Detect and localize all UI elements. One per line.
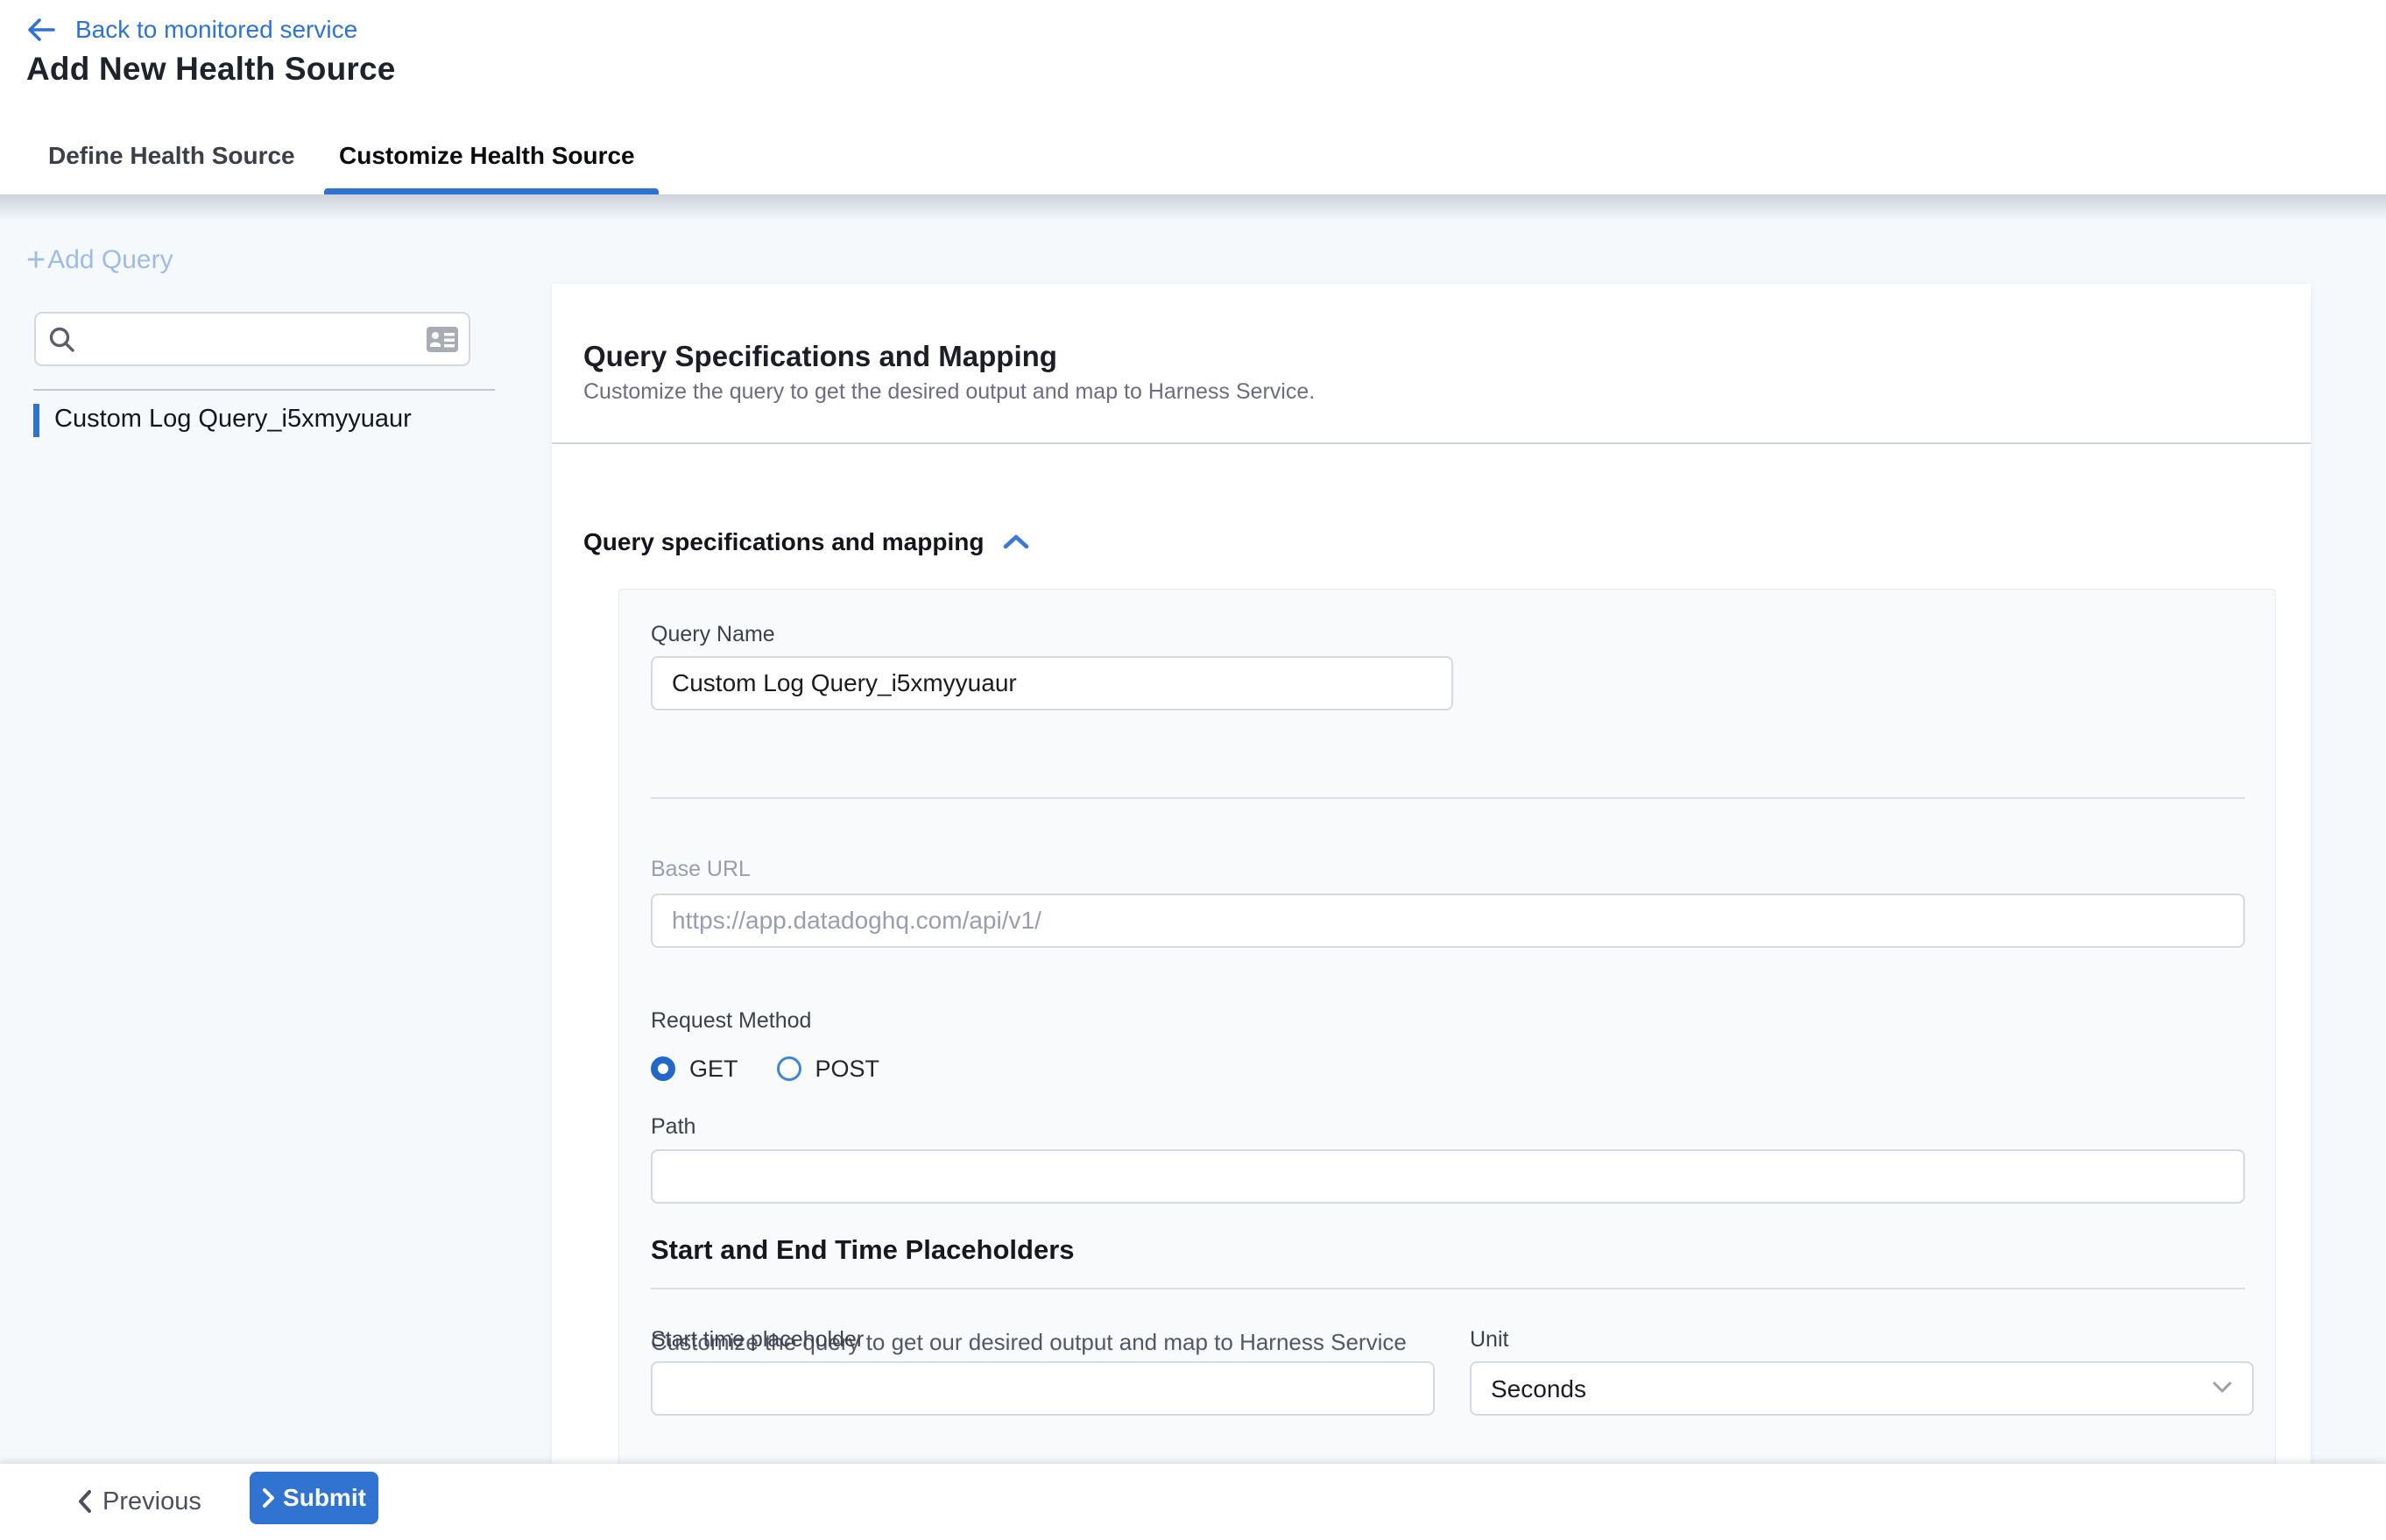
back-arrow-icon	[26, 17, 56, 43]
unit-label: Unit	[1470, 1326, 1508, 1353]
previous-button[interactable]: Previous	[77, 1481, 201, 1522]
radio-post[interactable]	[777, 1056, 801, 1081]
card-divider-2	[651, 1288, 2245, 1289]
contact-card-icon[interactable]	[426, 326, 459, 357]
query-specifications-panel: Query Specifications and Mapping Customi…	[552, 284, 2311, 1540]
page-header: Back to monitored service Add New Health…	[0, 0, 2386, 194]
add-query-button[interactable]: + Add Query	[26, 242, 173, 279]
radio-get[interactable]	[651, 1056, 675, 1081]
section-header-label: Query specifications and mapping	[583, 526, 984, 558]
panel-subtitle: Customize the query to get the desired o…	[583, 378, 1315, 405]
query-search-input[interactable]	[87, 317, 423, 363]
footer-bar: Previous Submit	[0, 1464, 2386, 1540]
path-label: Path	[651, 1113, 695, 1140]
card-divider-1	[651, 797, 2245, 799]
chevron-down-icon	[2212, 1381, 2233, 1399]
tab-customize-health-source[interactable]: Customize Health Source	[339, 137, 635, 175]
header-shadow	[0, 194, 2386, 221]
unit-select-value: Seconds	[1491, 1375, 1586, 1403]
chevron-right-icon	[262, 1487, 275, 1508]
back-to-monitored-service-link[interactable]: Back to monitored service	[26, 12, 357, 47]
query-item-label: Custom Log Query_i5xmyyuaur	[54, 405, 412, 434]
chevron-left-icon	[77, 1489, 92, 1514]
request-method-radio-group: GET POST	[651, 1056, 918, 1081]
query-mapping-card: Query Name Customize the query to get ou…	[618, 589, 2276, 1540]
placeholders-heading: Start and End Time Placeholders	[651, 1234, 1075, 1266]
collapse-chevron-up-icon[interactable]	[1001, 529, 1031, 555]
collapsible-section-header: Query specifications and mapping	[583, 526, 1031, 558]
panel-divider	[552, 442, 2311, 444]
active-tab-underline	[324, 188, 659, 194]
previous-button-label: Previous	[102, 1487, 201, 1516]
sidebar-divider	[33, 389, 495, 391]
base-url-label: Base URL	[651, 856, 751, 882]
sidebar-item-custom-log-query[interactable]: Custom Log Query_i5xmyyuaur	[33, 401, 489, 440]
panel-title: Query Specifications and Mapping	[583, 340, 1057, 373]
submit-button[interactable]: Submit	[250, 1472, 378, 1524]
request-method-label: Request Method	[651, 1007, 811, 1034]
search-icon	[47, 325, 77, 359]
query-name-label: Query Name	[651, 621, 775, 647]
base-url-input[interactable]	[651, 894, 2245, 948]
selected-indicator-bar	[33, 404, 39, 437]
back-link-label: Back to monitored service	[75, 12, 357, 47]
submit-button-label: Submit	[283, 1484, 366, 1512]
page-title: Add New Health Source	[26, 51, 396, 88]
radio-get-label[interactable]: GET	[689, 1056, 738, 1083]
query-search-box	[34, 312, 470, 366]
start-time-placeholder-input[interactable]	[651, 1361, 1435, 1416]
tab-define-health-source[interactable]: Define Health Source	[48, 137, 295, 175]
radio-post-label[interactable]: POST	[815, 1056, 880, 1083]
path-input[interactable]	[651, 1149, 2245, 1204]
unit-select[interactable]: Seconds	[1470, 1361, 2254, 1416]
plus-icon: +	[26, 242, 46, 279]
query-name-input[interactable]	[651, 656, 1453, 710]
add-query-label: Add Query	[47, 242, 173, 279]
start-time-placeholder-label: Start time placeholder	[651, 1326, 864, 1353]
